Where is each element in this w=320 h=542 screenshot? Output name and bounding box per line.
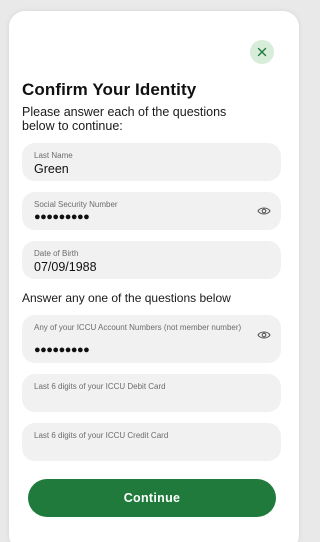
dob-field[interactable]: Date of Birth 07/09/1988 <box>22 241 281 279</box>
eye-icon[interactable] <box>257 206 271 216</box>
credit-card-field[interactable]: Last 6 digits of your ICCU Credit Card <box>22 423 281 461</box>
section-label: Answer any one of the questions below <box>22 291 231 305</box>
eye-icon[interactable] <box>257 330 271 340</box>
credit-card-label: Last 6 digits of your ICCU Credit Card <box>34 431 169 440</box>
debit-card-field[interactable]: Last 6 digits of your ICCU Debit Card <box>22 374 281 412</box>
page-subtitle: Please answer each of the questions belo… <box>22 105 227 133</box>
last-name-field[interactable]: Last Name Green <box>22 143 281 181</box>
account-numbers-label: Any of your ICCU Account Numbers (not me… <box>34 323 242 332</box>
last-name-label: Last Name <box>34 151 73 160</box>
ssn-label: Social Security Number <box>34 200 118 209</box>
last-name-value: Green <box>34 162 69 176</box>
dob-label: Date of Birth <box>34 249 79 258</box>
debit-card-label: Last 6 digits of your ICCU Debit Card <box>34 382 166 391</box>
account-numbers-field[interactable]: Any of your ICCU Account Numbers (not me… <box>22 315 281 363</box>
ssn-value: ●●●●●●●●● <box>34 211 90 223</box>
account-numbers-value: ●●●●●●●●● <box>34 344 90 356</box>
dob-value: 07/09/1988 <box>34 260 97 274</box>
continue-button[interactable]: Continue <box>28 479 276 517</box>
close-icon <box>257 47 267 57</box>
page-title: Confirm Your Identity <box>22 80 197 99</box>
close-button[interactable] <box>250 40 274 64</box>
ssn-field[interactable]: Social Security Number ●●●●●●●●● <box>22 192 281 230</box>
